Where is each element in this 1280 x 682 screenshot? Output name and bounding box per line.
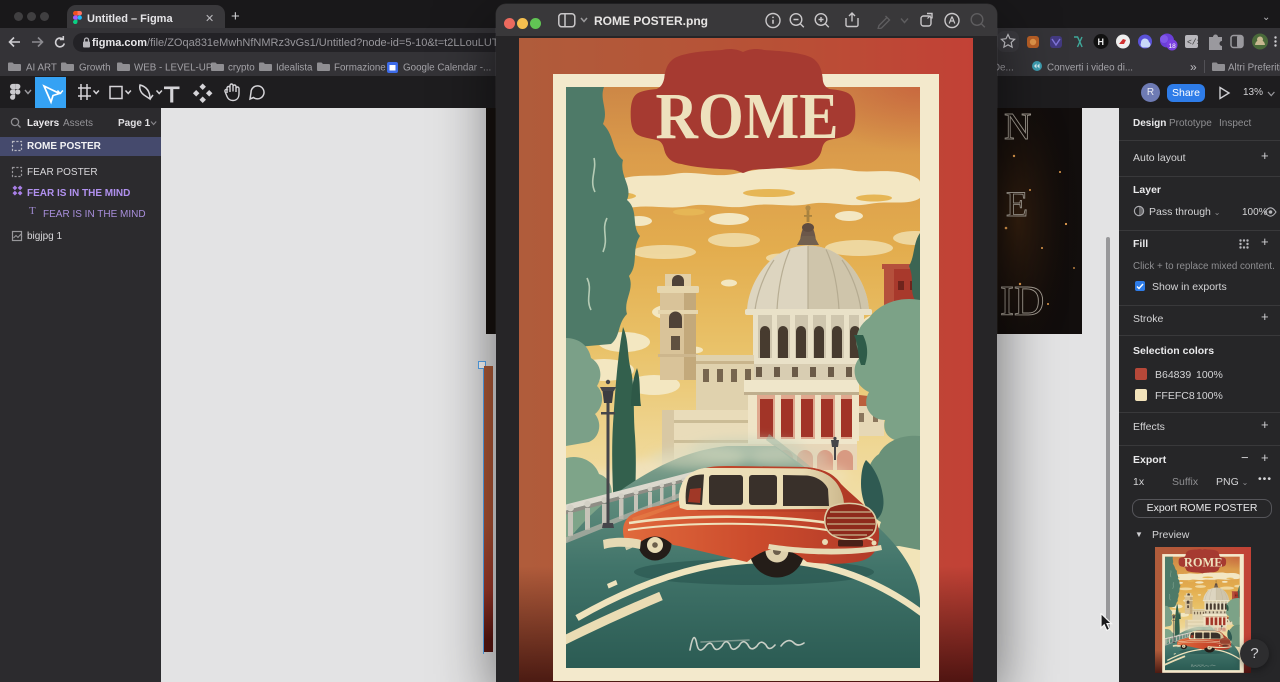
svg-text:N: N	[1004, 108, 1031, 148]
svg-text:AI ART: AI ART	[26, 63, 57, 74]
svg-text:Altri Preferiti: Altri Preferiti	[1228, 63, 1280, 74]
svg-text:18: 18	[1169, 43, 1177, 50]
svg-text:Google Calendar -...: Google Calendar -...	[403, 63, 491, 74]
svg-text:T: T	[29, 205, 36, 217]
svg-text:</>: </>	[1187, 39, 1202, 48]
svg-text:WEB - LEVEL-UP: WEB - LEVEL-UP	[134, 63, 213, 74]
svg-text:»: »	[1190, 60, 1197, 74]
svg-text:ID: ID	[1000, 279, 1044, 325]
svg-text:H: H	[1098, 37, 1105, 47]
svg-text:Growth: Growth	[79, 63, 111, 74]
svg-text:crypto: crypto	[228, 63, 255, 74]
svg-text:E: E	[1006, 184, 1028, 224]
svg-text:Converti i video di...: Converti i video di...	[1047, 63, 1133, 74]
svg-text:Idealista: Idealista	[276, 63, 313, 74]
svg-text:Formazione: Formazione	[334, 63, 386, 74]
